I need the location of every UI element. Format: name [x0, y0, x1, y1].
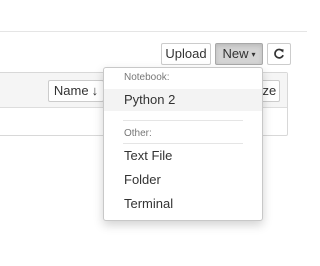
- arrow-down-icon: ↓: [91, 83, 99, 98]
- upload-button[interactable]: Upload: [161, 43, 211, 65]
- refresh-button[interactable]: [267, 43, 291, 65]
- new-button-label: New: [222, 46, 249, 61]
- header-divider: [0, 31, 307, 32]
- sort-name-label: Name: [53, 83, 89, 98]
- notebook-section-header: Notebook:: [124, 72, 170, 83]
- other-section-divider: [123, 143, 243, 144]
- refresh-icon: [274, 48, 284, 59]
- menu-item-python-2[interactable]: Python 2: [104, 89, 262, 111]
- menu-item-text-file[interactable]: Text File: [104, 145, 262, 167]
- sort-by-name-button[interactable]: Name ↓: [48, 80, 104, 102]
- menu-item-folder[interactable]: Folder: [104, 169, 262, 191]
- menu-item-terminal[interactable]: Terminal: [104, 193, 262, 215]
- new-dropdown-menu: Notebook: Python 2 Other: Text File Fold…: [103, 67, 263, 221]
- caret-down-icon: ▾: [251, 50, 256, 59]
- menu-divider: [123, 120, 243, 121]
- other-section-header: Other:: [124, 128, 152, 139]
- new-button[interactable]: New ▾: [215, 43, 263, 65]
